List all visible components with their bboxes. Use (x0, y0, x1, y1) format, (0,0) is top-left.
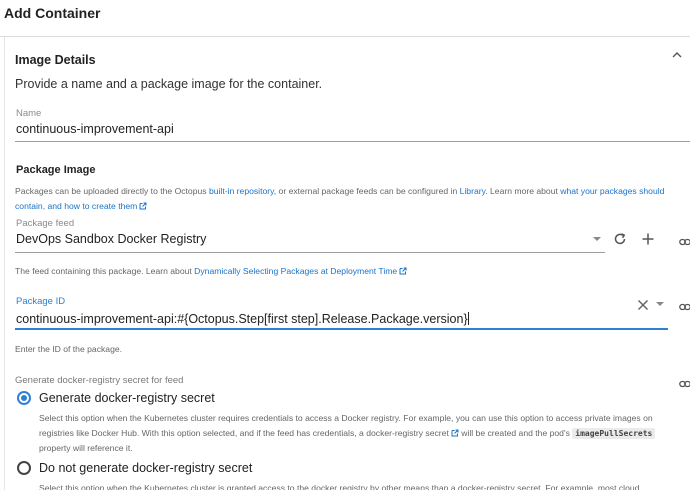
package-feed-help: The feed containing this package. Learn … (15, 264, 690, 279)
external-link-icon (139, 200, 147, 210)
no-generate-secret-label[interactable]: Do not generate docker-registry secret (39, 461, 252, 475)
image-details-panel: Image Details Provide a name and a packa… (4, 37, 690, 490)
generate-secret-label[interactable]: Generate docker-registry secret (39, 391, 215, 405)
add-icon[interactable] (641, 232, 655, 246)
registry-secret-label: Generate docker-registry secret for feed (15, 375, 184, 386)
package-feed-label: Package feed (16, 218, 75, 229)
package-feed-dropdown-icon[interactable] (593, 237, 601, 241)
section-title: Image Details (15, 53, 96, 67)
dialog-title: Add Container (4, 5, 101, 21)
text-cursor (467, 312, 469, 325)
package-image-title: Package Image (16, 164, 96, 176)
library-link[interactable]: Library (460, 186, 486, 196)
package-feed-underline (15, 252, 605, 253)
no-generate-secret-description: Select this option when the Kubernetes c… (39, 483, 640, 490)
section-description: Provide a name and a package image for t… (15, 77, 323, 91)
docker-registry-secret-link[interactable]: docker-registry secret (366, 428, 449, 438)
package-id-input[interactable]: continuous-improvement-api:#{Octopus.Ste… (16, 312, 469, 326)
package-id-label: Package ID (16, 296, 66, 307)
link-icon[interactable] (679, 376, 690, 388)
name-field-input[interactable]: continuous-improvement-api (16, 122, 174, 136)
name-field-label: Name (16, 108, 42, 119)
generate-secret-description: Select this option when the Kubernetes c… (39, 411, 684, 456)
package-id-dropdown-icon[interactable] (656, 302, 664, 306)
clear-icon[interactable] (637, 298, 649, 311)
dynamic-packages-link[interactable]: Dynamically Selecting Packages at Deploy… (194, 266, 397, 276)
refresh-icon[interactable] (613, 232, 627, 246)
built-in-repository-link[interactable]: built-in repository (209, 186, 274, 196)
external-link-icon (451, 427, 459, 437)
package-id-help: Enter the ID of the package. (15, 344, 123, 354)
external-link-icon (399, 265, 407, 275)
no-generate-secret-radio[interactable] (17, 461, 31, 475)
package-id-underline (15, 328, 668, 330)
name-field-underline (15, 141, 690, 142)
link-icon[interactable] (679, 234, 690, 246)
package-feed-select[interactable]: DevOps Sandbox Docker Registry (16, 232, 206, 246)
chevron-up-icon[interactable] (669, 47, 685, 63)
package-image-help: Packages can be uploaded directly to the… (15, 186, 665, 211)
generate-secret-radio[interactable] (17, 391, 31, 405)
image-pull-secrets-code: imagePullSecrets (572, 428, 656, 439)
link-icon[interactable] (679, 299, 690, 311)
